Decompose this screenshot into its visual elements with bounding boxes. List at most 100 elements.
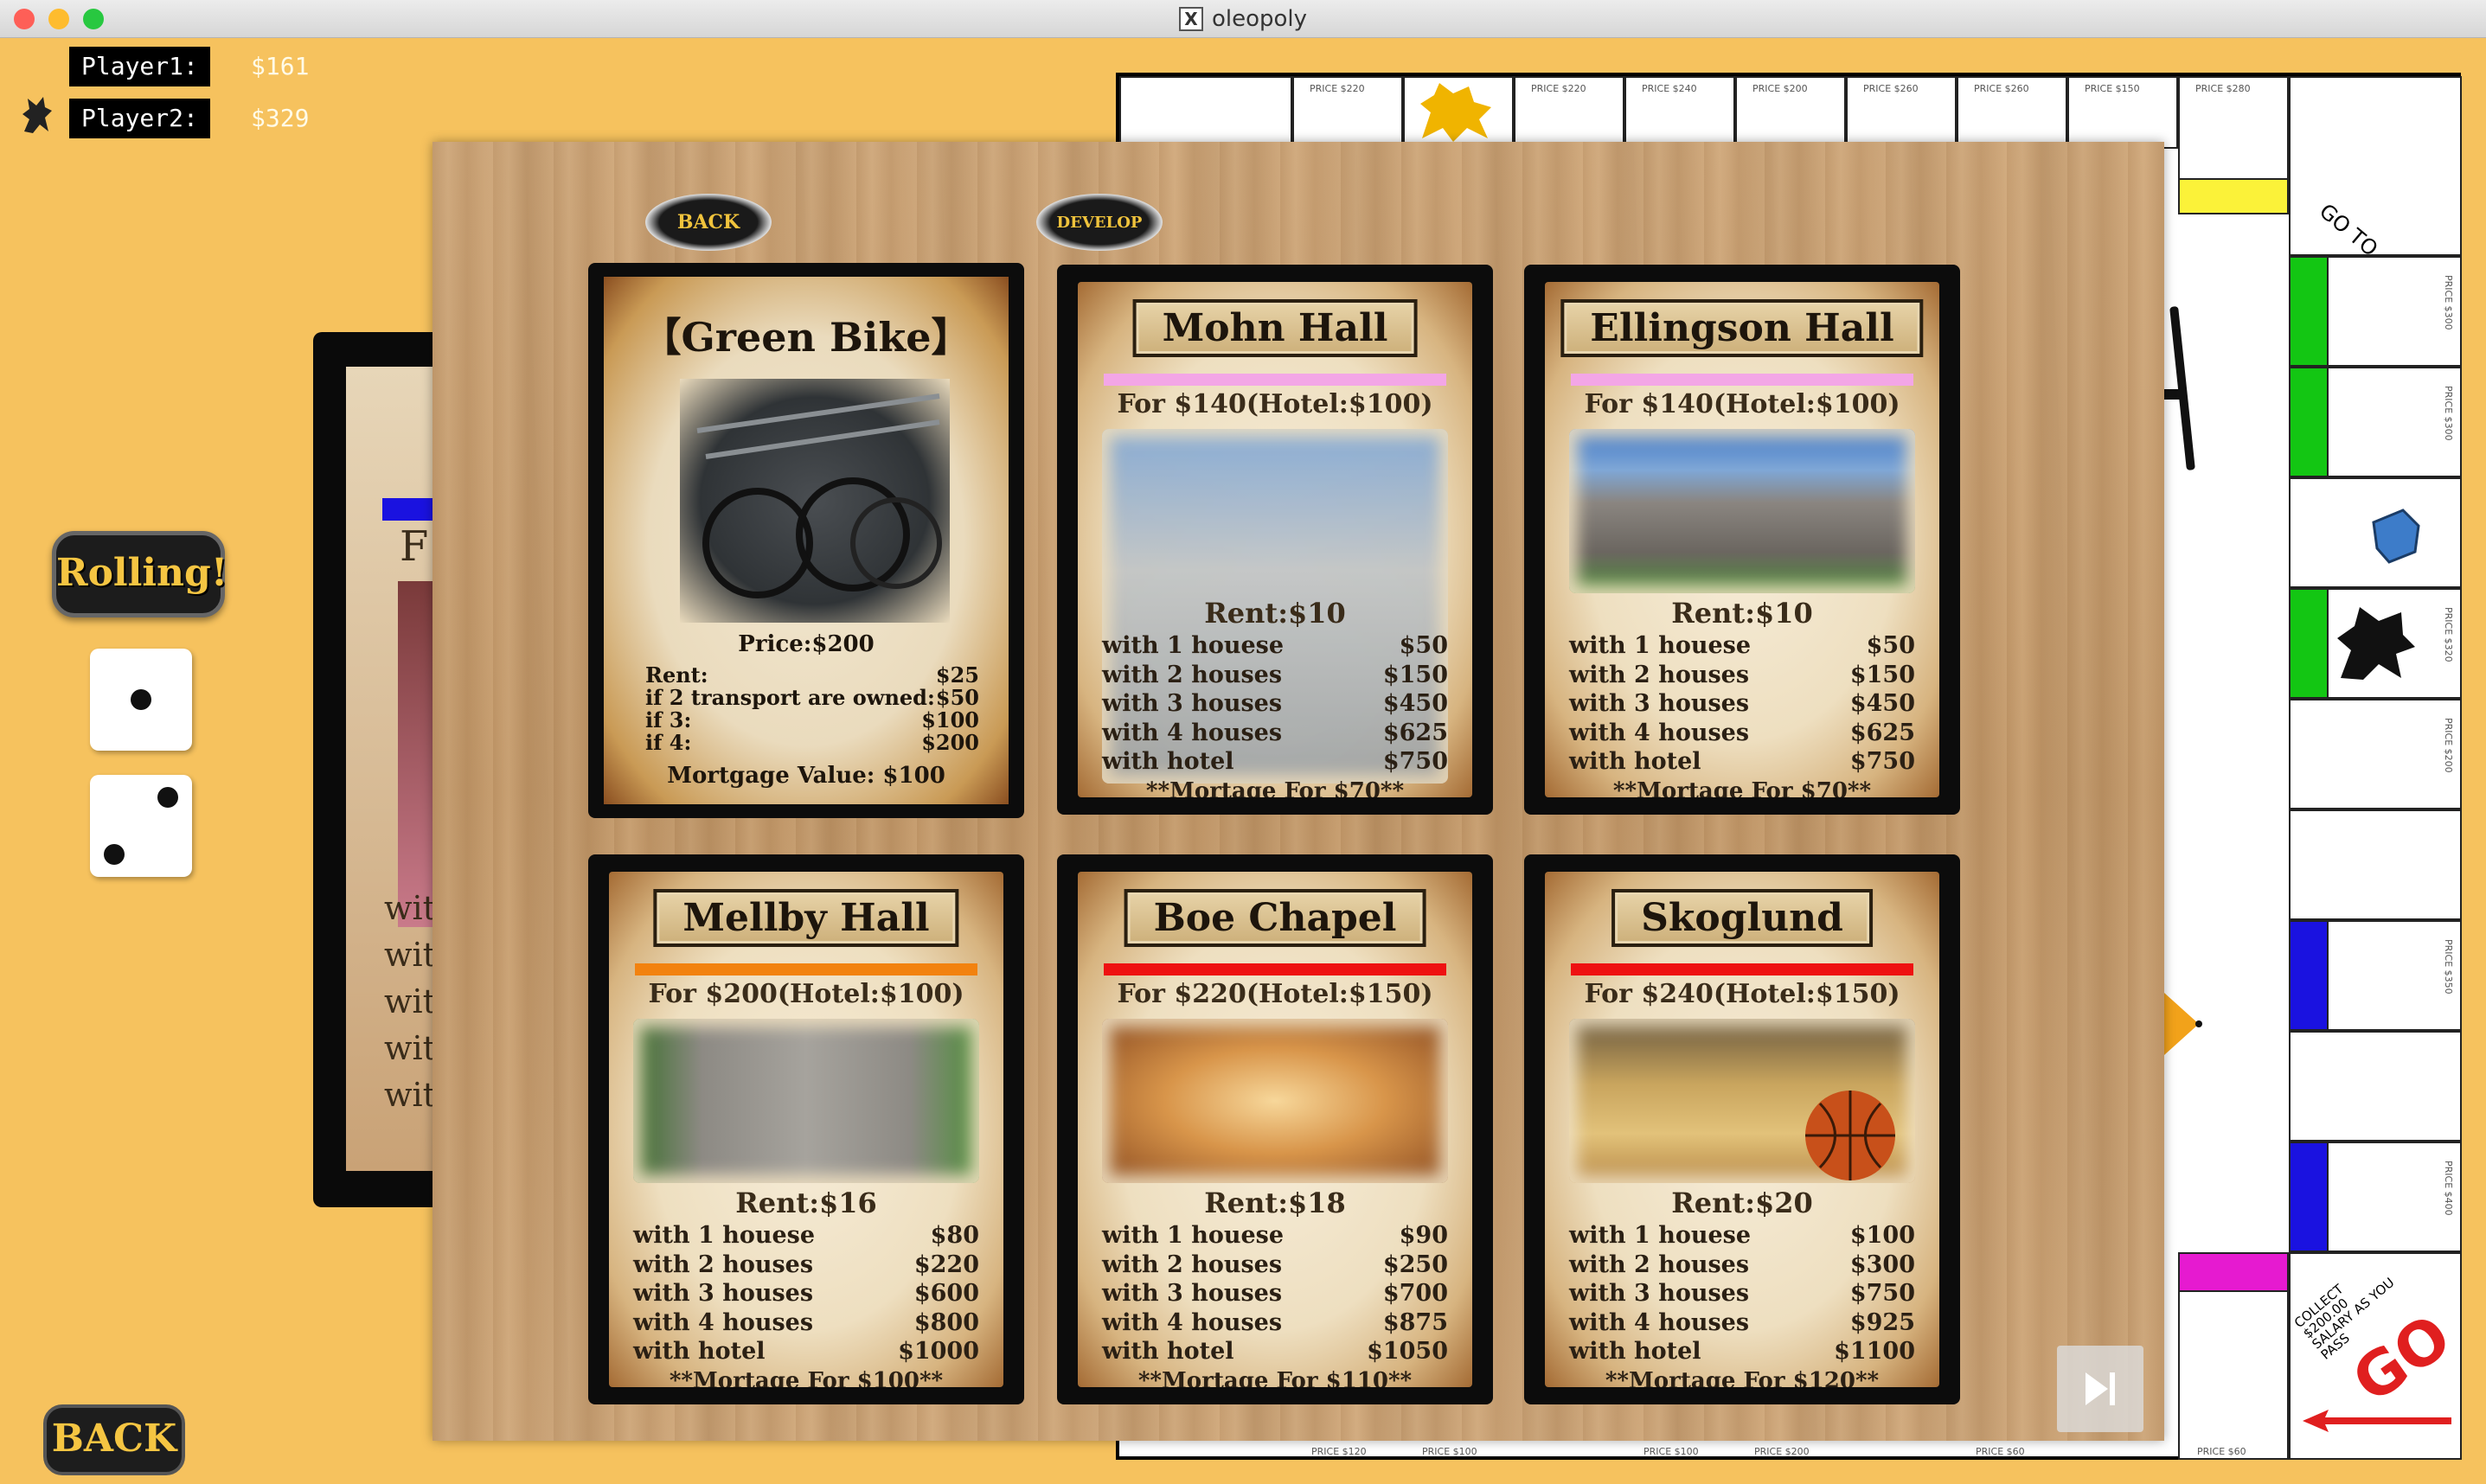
back-button[interactable]: BACK: [43, 1404, 185, 1475]
player2-money: $329: [251, 104, 310, 132]
rolling-button[interactable]: Rolling!: [52, 531, 227, 617]
board-cell[interactable]: PRICE $300: [2289, 256, 2462, 367]
mortgage-value: **Mortage For $70**: [1612, 778, 1872, 797]
card-rent: Rent:$16: [735, 1187, 877, 1219]
card-price: For $140(Hotel:$100): [1117, 389, 1433, 419]
board-price: PRICE $200: [1754, 1446, 1810, 1457]
card-face: Mohn Hall For $140(Hotel:$100) Rent:$10 …: [1078, 282, 1472, 797]
board-cell[interactable]: PRICE $200: [1735, 76, 1846, 149]
board-price: PRICE $260: [1863, 83, 1919, 94]
player2-label: Player2:: [69, 99, 210, 138]
card-price: For $200(Hotel:$100): [648, 979, 964, 1009]
go-corner[interactable]: COLLECT $200.00 SALARY AS YOU PASS GO: [2289, 1252, 2464, 1460]
board-price: PRICE $300: [2443, 386, 2454, 441]
board-cell-community[interactable]: [2289, 477, 2462, 588]
rent-row: Rent: $25: [645, 662, 979, 688]
board-price: PRICE $100: [1643, 1446, 1699, 1457]
orange-token-icon: [2164, 989, 2204, 1059]
board-price: PRICE $120: [1311, 1446, 1367, 1457]
card-title: Boe Chapel: [1124, 889, 1426, 947]
board-cell[interactable]: PRICE $220: [1514, 76, 1624, 149]
board-cell[interactable]: PRICE $260: [1846, 76, 1957, 149]
mortgage-value: **Mortage For $70**: [1145, 778, 1405, 797]
skip-forward-button[interactable]: [2057, 1346, 2143, 1432]
card-price: For $240(Hotel:$150): [1584, 979, 1900, 1009]
card-title: Mohn Hall: [1132, 299, 1418, 357]
board-cell[interactable]: PRICE $260: [1957, 76, 2067, 149]
rent-row: with 1 houese $100: [1569, 1222, 1915, 1249]
building-photo: [633, 1019, 979, 1183]
die-1: [90, 649, 192, 751]
blue-chest-icon: [2372, 509, 2420, 564]
die-2: [90, 775, 192, 877]
card-title: Ellingson Hall: [1560, 299, 1924, 357]
board-price: PRICE $220: [1531, 83, 1586, 94]
board-cell[interactable]: PRICE $300: [2289, 367, 2462, 477]
black-lion-icon: [2337, 607, 2415, 680]
board-cell[interactable]: PRICE $400: [2289, 1142, 2462, 1252]
background-card-row-5: wit: [384, 1076, 436, 1114]
board-price: PRICE $60: [1976, 1446, 2025, 1457]
property-card-boe-chapel[interactable]: Boe Chapel For $220(Hotel:$150) Rent:$18…: [1057, 854, 1493, 1404]
board-cell[interactable]: PRICE $240: [1624, 76, 1735, 149]
x11-app-icon: X: [1178, 7, 1203, 31]
card-rent: Rent:$10: [1204, 597, 1346, 630]
card-title: 【Green Bike】: [641, 314, 971, 361]
rent-row: with 3 houses $450: [1569, 690, 1915, 717]
board-cell[interactable]: PRICE $280: [2178, 76, 2289, 214]
board-cell[interactable]: PRICE $320: [2289, 588, 2462, 699]
player-token-bar: [2164, 303, 2195, 476]
board-price: PRICE $280: [2195, 83, 2251, 94]
rent-row: with 2 houses $220: [633, 1251, 979, 1278]
board-cell[interactable]: PRICE $350: [2289, 920, 2462, 1031]
go-arrow-icon: [2303, 1410, 2451, 1432]
gold-lion-icon: [1420, 83, 1491, 142]
board-cell[interactable]: PRICE $200: [2289, 699, 2462, 809]
go-to-label: GO TO: [2315, 199, 2383, 262]
rent-row: with 3 houses $600: [633, 1280, 979, 1307]
card-title: Skoglund: [1611, 889, 1873, 947]
overlay-back-button[interactable]: BACK: [645, 194, 772, 251]
board-cell[interactable]: PRICE $150: [2067, 76, 2178, 149]
rent-table: with 1 houese $90 with 2 houses $250 with …: [1102, 1221, 1448, 1366]
mortgage-value: Mortgage Value: $100: [667, 763, 945, 789]
board-cell[interactable]: PRICE $220: [1292, 76, 1403, 149]
property-card-ellingson-hall[interactable]: Ellingson Hall For $140(Hotel:$100) Rent…: [1524, 265, 1960, 815]
background-card-row-3: wit: [384, 982, 436, 1020]
card-face: Boe Chapel For $220(Hotel:$150) Rent:$18…: [1078, 872, 1472, 1387]
player1-label: Player1:: [69, 47, 210, 86]
rent-row: with 4 houses $800: [633, 1308, 979, 1336]
rent-row: with 2 houses $300: [1569, 1251, 1915, 1278]
rent-row: with 4 houses $625: [1102, 719, 1448, 746]
color-bar: [635, 963, 977, 975]
board-price: PRICE $200: [2443, 718, 2454, 773]
board-cell-chance[interactable]: [1403, 76, 1514, 149]
rent-row: with 3 houses $750: [1569, 1280, 1915, 1307]
board-cell[interactable]: [2289, 809, 2462, 920]
card-face: Mellby Hall For $200(Hotel:$100) Rent:$1…: [609, 872, 1003, 1387]
chapel-photo: [1102, 1019, 1448, 1183]
property-card-skoglund[interactable]: Skoglund For $240(Hotel:$150) Rent:$20 w…: [1524, 854, 1960, 1404]
rent-row: with 1 houese $90: [1102, 1222, 1448, 1249]
window-titlebar: X oleopoly: [0, 0, 2486, 38]
background-card-row-2: wit: [384, 936, 436, 974]
property-card-mellby-hall[interactable]: Mellby Hall For $200(Hotel:$100) Rent:$1…: [588, 854, 1024, 1404]
board-cell[interactable]: [2178, 1252, 2289, 1460]
board-cell[interactable]: [2289, 1031, 2462, 1142]
card-price: Price:$200: [738, 631, 875, 657]
rent-row: with 1 houese $80: [633, 1222, 979, 1249]
property-card-mohn-hall[interactable]: Mohn Hall For $140(Hotel:$100) Rent:$10 …: [1057, 265, 1493, 815]
card-face: Ellingson Hall For $140(Hotel:$100) Rent…: [1545, 282, 1939, 797]
develop-button[interactable]: DEVELOP: [1036, 194, 1163, 251]
window-title-area: X oleopoly: [0, 0, 2486, 38]
rent-table: with 1 houese $50 with 2 houses $150 with …: [1569, 631, 1915, 777]
board-cell[interactable]: [1119, 76, 1292, 149]
card-price: For $140(Hotel:$100): [1584, 389, 1900, 419]
rent-table: with 1 houese $50 with 2 houses $150 with …: [1102, 631, 1448, 777]
property-card-green-bike[interactable]: 【Green Bike】 Price:$200 Rent: $25 if 2 tr…: [588, 263, 1024, 818]
rent-row: with 3 houses $700: [1102, 1280, 1448, 1307]
rent-table: Rent: $25 if 2 transport are owned: $50 if…: [645, 664, 979, 754]
skip-forward-icon: [2086, 1372, 2115, 1405]
color-bar: [1571, 374, 1913, 386]
go-to-jail-corner[interactable]: GO TO: [2289, 76, 2462, 261]
